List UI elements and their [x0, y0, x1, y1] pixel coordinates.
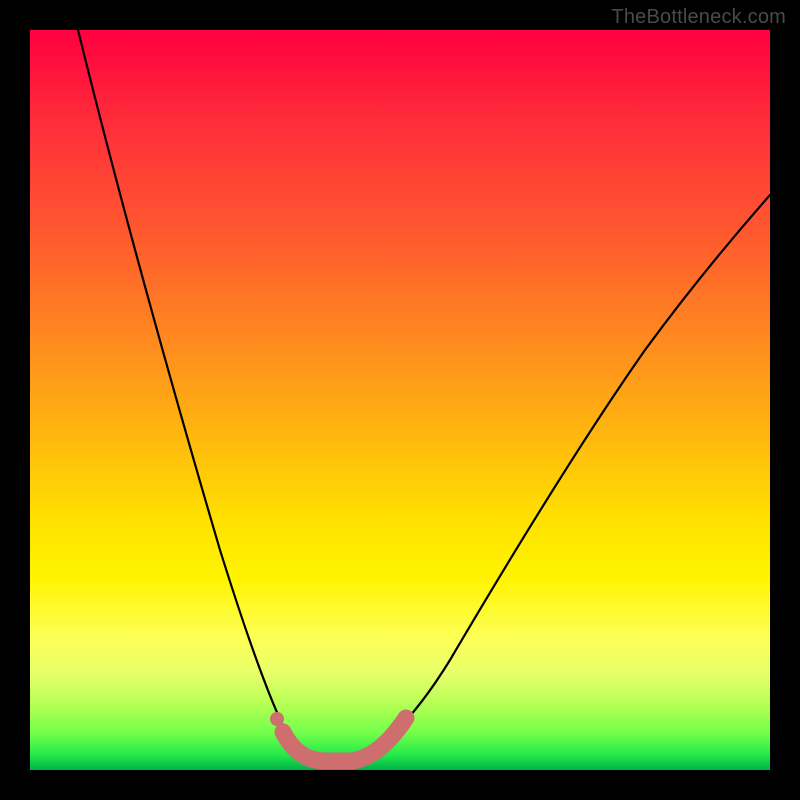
- chart-frame: TheBottleneck.com: [0, 0, 800, 800]
- watermark-text: TheBottleneck.com: [611, 6, 786, 29]
- bottleneck-curve: [78, 30, 770, 760]
- highlight-band: [283, 718, 406, 761]
- plot-area: [30, 30, 770, 770]
- bottleneck-curve-svg: [30, 30, 770, 770]
